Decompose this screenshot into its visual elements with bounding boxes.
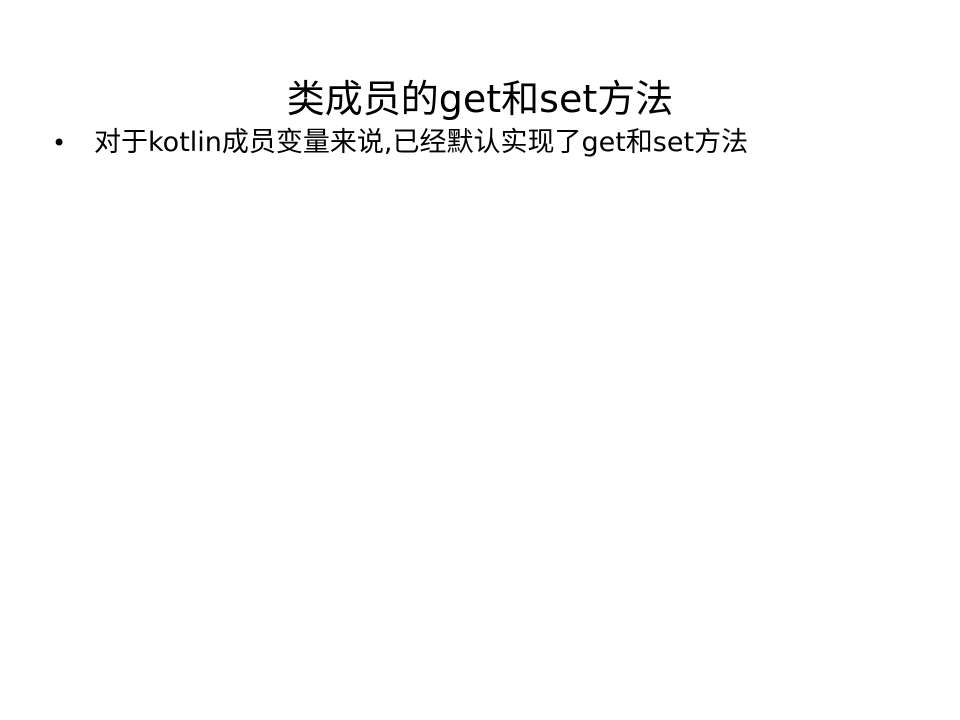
bullet-marker: •: [52, 129, 67, 157]
bullet-text: 对于kotlin成员变量来说,已经默认实现了get和set方法: [94, 127, 749, 158]
bullet-list: • 对于kotlin成员变量来说,已经默认实现了get和set方法: [52, 120, 912, 166]
bullet-item: • 对于kotlin成员变量来说,已经默认实现了get和set方法: [52, 120, 912, 166]
slide: 类成员的get和set方法 • 对于kotlin成员变量来说,已经默认实现了ge…: [0, 0, 960, 720]
